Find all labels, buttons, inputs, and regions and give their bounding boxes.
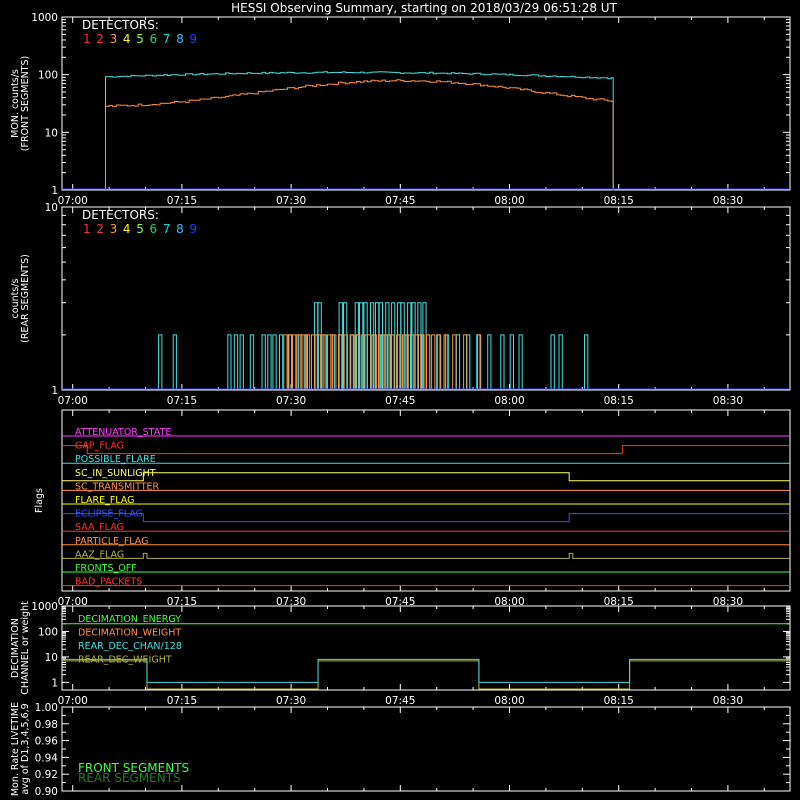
rear-legend-det: 3: [110, 222, 118, 236]
flags-xtick-label: 07:15: [167, 596, 197, 608]
flag-label: FRONTS_OFF: [75, 563, 137, 574]
dec-xtick-label: 07:15: [167, 695, 197, 707]
rear-ytick-label: 10: [45, 202, 58, 214]
flag-label: SC_TRANSMITTER: [75, 481, 160, 492]
decimation-legend: REAR_DEC_WEIGHT: [78, 655, 172, 666]
dec-ytick-label: 1000: [31, 601, 58, 613]
live-ytick-label: 0.90: [35, 786, 58, 798]
front-legend-det: 2: [96, 32, 104, 46]
dec-xtick-label: 07:30: [276, 695, 306, 707]
live-ytick-label: 0.94: [35, 752, 59, 764]
dec-xtick-label: 08:15: [604, 695, 634, 707]
flag-label: SC_IN_SUNLIGHT: [75, 468, 156, 479]
flags-xtick-label: 07:45: [385, 596, 415, 608]
front-xtick-label: 08:15: [604, 195, 634, 207]
flag-label: SAA_FLAG: [75, 522, 124, 533]
live-ytick-label: 0.98: [35, 719, 58, 731]
front-legend-det: 6: [150, 32, 158, 46]
rear-xtick-label: 07:30: [276, 395, 306, 407]
dec-xtick-label: 07:45: [385, 695, 415, 707]
front-xtick-label: 07:30: [276, 195, 306, 207]
decimation-legend: DECIMATION_WEIGHT: [78, 628, 181, 639]
flag-label: FLARE_FLAG: [75, 495, 135, 506]
flag-label: BAD_PACKETS: [75, 577, 142, 588]
flags-xtick-label: 07:00: [58, 596, 88, 608]
flags-xtick-label: 08:15: [604, 596, 634, 608]
front-ylabel2: (FRONT SEGMENTS): [20, 56, 31, 151]
front-legend-det: 4: [123, 32, 131, 46]
front-ytick-label: 10: [45, 127, 58, 139]
front-ytick-label: 1: [51, 185, 58, 197]
front-ytick-label: 100: [38, 70, 58, 82]
front-ytick-label: 1000: [31, 12, 58, 24]
decimation-legend: DECIMATION_ENERGY: [78, 614, 181, 625]
rear-xtick-label: 07:45: [385, 395, 415, 407]
flag-label: AAZ_FLAG: [75, 549, 124, 560]
decimation-legend: REAR_DEC_CHAN/128: [78, 641, 182, 652]
flags-xtick-label: 07:30: [276, 596, 306, 608]
rear-legend-det: 6: [150, 222, 158, 236]
front-xtick-label: 08:30: [713, 195, 743, 207]
rear-xtick-label: 07:00: [58, 395, 88, 407]
flags-xtick-label: 08:00: [494, 596, 524, 608]
flag-label: POSSIBLE_FLARE: [75, 454, 156, 465]
flag-label: ECLIPSE_FLAG: [75, 509, 143, 520]
rear-xtick-label: 08:15: [604, 395, 634, 407]
flags-ylabel: Flags: [34, 488, 45, 513]
dec-ytick-label: 100: [38, 626, 58, 638]
rear-ytick-label: 1: [51, 385, 58, 397]
dec-ytick-label: 10: [45, 652, 58, 664]
front-xtick-label: 07:45: [385, 195, 415, 207]
front-legend-title: DETECTORS:: [82, 18, 159, 32]
hessi-summary-figure: HESSI Observing Summary, starting on 201…: [0, 0, 800, 800]
figure-title: HESSI Observing Summary, starting on 201…: [231, 1, 617, 15]
flags-xtick-label: 08:30: [713, 596, 743, 608]
front-legend-det: 1: [83, 32, 91, 46]
rear-legend-det: 8: [176, 222, 184, 236]
live-ytick-label: 1.00: [35, 702, 58, 714]
rear-legend-det: 7: [163, 222, 171, 236]
dec-ytick-label: 1: [51, 677, 58, 689]
livetime-legend-rear: REAR SEGMENTS: [78, 771, 181, 785]
rear-legend-title: DETECTORS:: [82, 208, 159, 222]
live-ytick-label: 0.96: [35, 736, 59, 748]
rear-legend-det: 2: [96, 222, 104, 236]
rear-xtick-label: 08:00: [494, 395, 524, 407]
flag-label: PARTICLE_FLAG: [75, 536, 148, 547]
front-legend-det: 7: [163, 32, 171, 46]
dec-xtick-label: 08:00: [494, 695, 524, 707]
dec-xtick-label: 08:30: [713, 695, 743, 707]
rear-legend-det: 1: [83, 222, 91, 236]
rear-xtick-label: 07:15: [167, 395, 197, 407]
live-ylabel2: avg of D1,3,4,5,6,9: [20, 703, 31, 794]
front-legend-det: 5: [136, 32, 144, 46]
front-xtick-label: 07:15: [167, 195, 197, 207]
rear-legend-det: 5: [136, 222, 144, 236]
live-ytick-label: 0.92: [35, 769, 58, 781]
flag-label: GAP_FLAG: [75, 441, 124, 452]
flag-label: ATTENUATOR_STATE: [75, 427, 171, 438]
front-legend-det: 3: [110, 32, 118, 46]
dec-xtick-label: 07:00: [58, 695, 88, 707]
rear-legend-det: 4: [123, 222, 131, 236]
front-xtick-label: 08:00: [494, 195, 524, 207]
rear-xtick-label: 08:30: [713, 395, 743, 407]
rear-ylabel2: (REAR SEGMENTS): [20, 254, 31, 343]
dec-ylabel2: CHANNEL or weight: [20, 601, 31, 695]
front-legend-det: 8: [176, 32, 184, 46]
front-legend-det: 9: [189, 32, 197, 46]
front-xtick-label: 07:00: [58, 195, 88, 207]
rear-legend-det: 9: [189, 222, 197, 236]
